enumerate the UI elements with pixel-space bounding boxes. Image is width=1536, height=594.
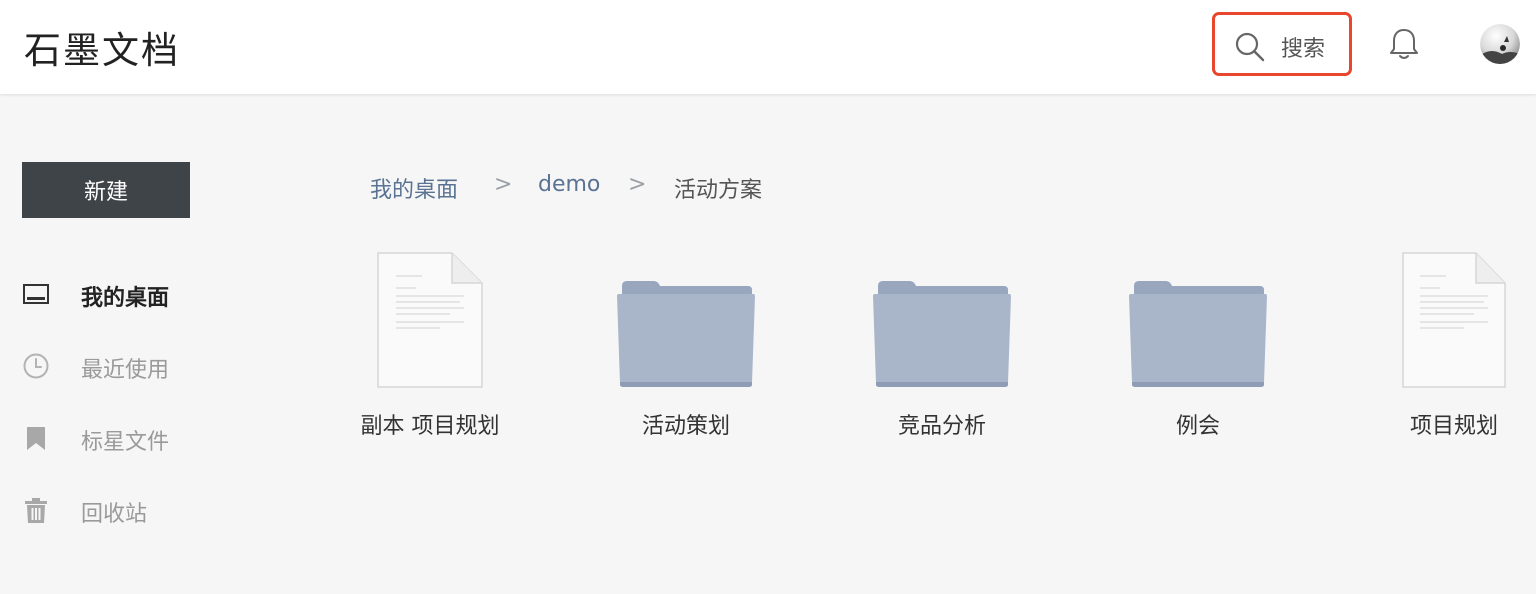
bookmark-icon: [27, 427, 45, 450]
search-label: 搜索: [1281, 37, 1326, 62]
breadcrumb-item-desktop[interactable]: 我的桌面: [370, 172, 458, 204]
folder-icon: [617, 281, 755, 387]
breadcrumb-item-demo[interactable]: demo: [538, 172, 600, 197]
breadcrumb-separator: >: [494, 172, 513, 197]
sidebar-item-desktop[interactable]: 我的桌面: [22, 274, 272, 314]
new-button[interactable]: 新建: [22, 162, 190, 218]
sidebar-item-label: 回收站: [81, 502, 148, 527]
folder-item[interactable]: 活动策划: [596, 250, 776, 450]
folder-icon: [873, 281, 1011, 387]
file-item[interactable]: 副本 项目规划: [340, 250, 520, 450]
bell-icon[interactable]: [1386, 26, 1422, 62]
sidebar-item-label: 我的桌面: [81, 286, 170, 311]
file-name: 副本 项目规划: [360, 414, 500, 439]
file-name: 竞品分析: [897, 414, 986, 439]
desktop-icon: [23, 284, 49, 304]
sidebar-item-label: 最近使用: [81, 358, 170, 383]
user-avatar[interactable]: [1480, 24, 1520, 64]
search-icon: [1235, 32, 1265, 62]
breadcrumb-separator: >: [628, 172, 647, 197]
search-button[interactable]: 搜索: [1212, 12, 1352, 76]
avatar-image: [1480, 24, 1520, 64]
trash-icon: [25, 498, 47, 523]
sidebar-item-label: 标星文件: [81, 430, 170, 455]
sidebar-item-trash[interactable]: 回收站: [22, 490, 272, 530]
file-name: 项目规划: [1409, 414, 1498, 439]
breadcrumb-item-current: 活动方案: [674, 178, 763, 203]
clock-icon: [23, 353, 49, 379]
top-bar: 石墨文档 搜索: [0, 0, 1536, 94]
folder-item[interactable]: 例会: [1108, 250, 1288, 450]
file-item[interactable]: 项目规划: [1350, 250, 1536, 450]
document-icon: [1402, 252, 1506, 388]
folder-icon: [1129, 281, 1267, 387]
app-logo[interactable]: 石墨文档: [24, 20, 180, 74]
sidebar-item-recent[interactable]: 最近使用: [22, 346, 272, 386]
sidebar-item-starred[interactable]: 标星文件: [22, 418, 272, 458]
file-name: 例会: [1175, 414, 1220, 439]
file-name: 活动策划: [641, 414, 730, 439]
document-icon: [377, 252, 483, 388]
folder-item[interactable]: 竞品分析: [852, 250, 1032, 450]
